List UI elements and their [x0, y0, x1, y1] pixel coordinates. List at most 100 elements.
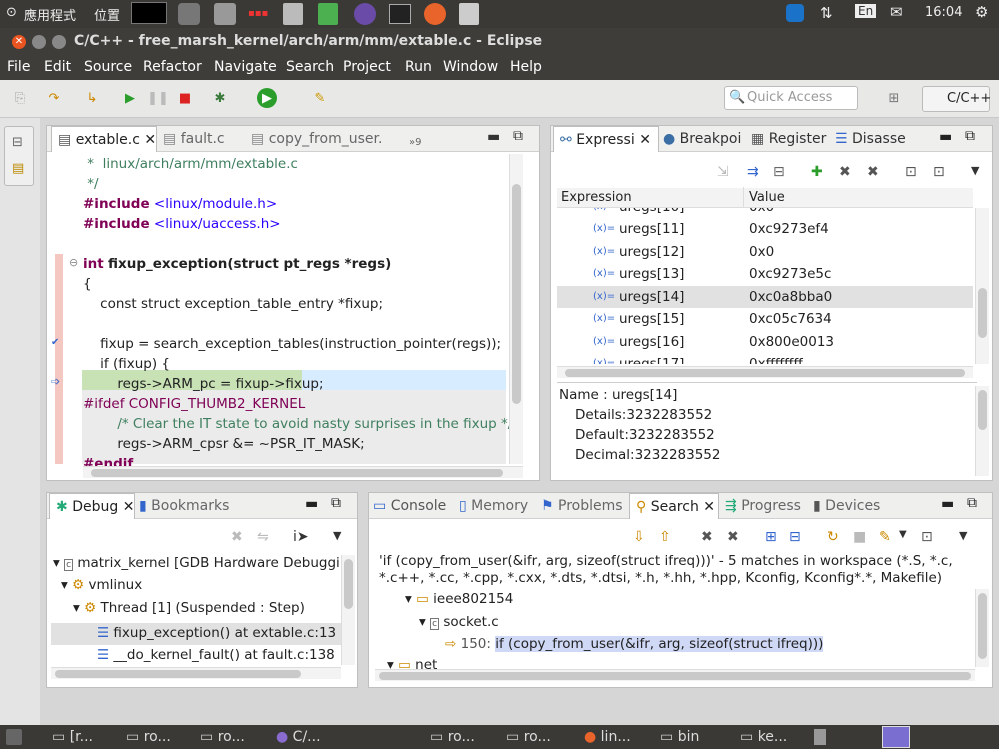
power-icon[interactable]: ⚙ [975, 3, 988, 21]
show-type-icon[interactable]: ⇉ [747, 164, 759, 180]
tab-devices[interactable]: ▮ Devices [813, 493, 880, 519]
tab-debug[interactable]: ✱ Debug ✕ [49, 493, 135, 519]
tree-item-folder[interactable]: ▾ ▭ ieee802154 [405, 591, 513, 607]
detail-scrollbar[interactable] [975, 386, 989, 476]
menu-project[interactable]: Project [343, 59, 391, 75]
view-menu-icon[interactable]: ▼ [333, 529, 341, 542]
network-icon[interactable]: ⇅ [820, 4, 833, 22]
minimize-icon[interactable]: ▬ [305, 496, 318, 512]
expand-all-icon[interactable]: ⊞ [765, 529, 777, 545]
maximize-icon[interactable]: ⧉ [965, 128, 975, 144]
remove-terminated-icon[interactable]: ✖ [231, 529, 243, 545]
step-filter-icon[interactable]: i➤ [293, 529, 309, 545]
more-tabs-count[interactable]: »9 [409, 130, 422, 156]
show-desktop-icon[interactable] [6, 729, 22, 745]
restore-icon[interactable]: ⊟ [12, 135, 23, 150]
table-row-selected[interactable]: (x)= uregs[14] 0xc0a8bba0 [557, 286, 973, 308]
stack-frame-do-kernel-fault[interactable]: ☰ __do_kernel_fault() at fault.c:138 [97, 647, 335, 663]
minimize-icon[interactable]: ▬ [941, 496, 954, 512]
tools-launcher-icon[interactable] [214, 3, 236, 25]
pin-search-icon[interactable]: ⊡ [921, 529, 933, 545]
search-scrollbar[interactable] [975, 589, 989, 667]
scroll-thumb[interactable] [978, 593, 987, 659]
run-search-again-icon[interactable]: ↻ [827, 529, 839, 545]
apps-icon[interactable]: ⊙ [6, 5, 17, 20]
previous-match-icon[interactable]: ⇧ [659, 529, 671, 545]
search-horizontal-scrollbar[interactable] [375, 669, 975, 681]
history-dropdown-icon[interactable]: ▼ [899, 529, 907, 540]
task-item[interactable]: ▭ ro... [430, 725, 475, 749]
table-row[interactable]: (x)= uregs[13] 0xc9273e5c [557, 263, 973, 285]
maximize-window-icon[interactable] [52, 35, 66, 49]
view-menu-icon[interactable]: ▼ [959, 529, 967, 542]
connect-icon[interactable]: ⎘ [10, 88, 30, 108]
collapse-all-icon[interactable]: ⊟ [773, 164, 785, 180]
remove-all-matches-icon[interactable]: ✖ [727, 529, 739, 545]
task-item[interactable]: ▭ ro... [126, 725, 171, 749]
tab-disassembly[interactable]: ☰ Disasse [835, 126, 906, 152]
calculator-launcher-icon[interactable] [283, 3, 303, 25]
terminate-icon[interactable]: ■ [175, 88, 195, 108]
stack-frame-fixup[interactable]: ☰ fixup_exception() at extable.c:13 [97, 625, 336, 641]
task-item[interactable]: ▭ ro... [506, 725, 551, 749]
run-icon[interactable]: ▶ [257, 88, 277, 108]
debug-horizontal-scrollbar[interactable] [51, 667, 341, 679]
tab-problems[interactable]: ⚑ Problems [541, 493, 623, 519]
scroll-thumb[interactable] [512, 184, 521, 404]
pin-icon[interactable]: ⊡ [933, 164, 945, 180]
search-history-icon[interactable]: ✎ [879, 529, 891, 545]
tab-fault[interactable]: ▤ fault.c [163, 126, 225, 152]
maximize-icon[interactable]: ⧉ [967, 495, 977, 511]
editor-launcher-icon[interactable] [318, 3, 338, 25]
teamviewer-icon[interactable] [786, 4, 804, 22]
tab-bookmarks[interactable]: ▮ Bookmarks [139, 493, 229, 519]
column-divider[interactable] [743, 187, 744, 207]
tab-expressions[interactable]: ⚯ Expressi ✕ [553, 126, 659, 152]
editor-horizontal-scrollbar[interactable] [83, 466, 523, 478]
minimize-icon[interactable]: ▬ [939, 129, 952, 145]
add-expression-icon[interactable]: ✚ [811, 164, 823, 180]
tree-item-net[interactable]: ▾ ▭ net [387, 657, 437, 669]
maximize-icon[interactable]: ⧉ [331, 495, 341, 511]
monitor-launcher-icon[interactable]: ▪▪▪ [248, 8, 270, 20]
fold-icon[interactable]: ⊖ [69, 256, 78, 269]
expand-arrow-icon[interactable]: ▾ [419, 614, 426, 630]
detail-pane[interactable]: Name : uregs[14] Details:3232283552 Defa… [557, 382, 977, 478]
expand-arrow-icon[interactable]: ▾ [387, 657, 394, 669]
task-item[interactable]: ▭ ro... [200, 725, 245, 749]
view-menu-icon[interactable]: ▼ [971, 164, 979, 177]
files-launcher-icon[interactable] [459, 3, 479, 25]
menu-file[interactable]: File [7, 59, 30, 75]
open-perspective-icon[interactable]: ⊞ [884, 88, 904, 108]
close-tab-icon[interactable]: ✕ [123, 499, 135, 515]
menu-edit[interactable]: Edit [44, 59, 71, 75]
close-tab-icon[interactable]: ✕ [144, 132, 156, 148]
menu-refactor[interactable]: Refactor [143, 59, 202, 75]
table-row[interactable]: (x)= uregs[17] 0xffffffff [557, 353, 973, 364]
search-match-line[interactable]: ⇨ 150: if (copy_from_user(&ifr, arg, siz… [445, 636, 824, 652]
scroll-thumb[interactable] [55, 670, 301, 678]
mail-icon[interactable]: ✉ [890, 3, 903, 21]
expand-arrow-icon[interactable]: ▾ [61, 577, 68, 593]
scroll-thumb[interactable] [978, 288, 987, 338]
cancel-search-icon[interactable]: ■ [853, 529, 866, 545]
task-item-firefox[interactable]: ● lin... [584, 725, 631, 749]
workspace-switcher[interactable] [882, 726, 910, 748]
tree-item-file[interactable]: ▾ c socket.c [419, 614, 499, 630]
close-window-icon[interactable]: ✕ [12, 35, 26, 49]
minimize-icon[interactable]: ▬ [487, 129, 500, 145]
tab-registers[interactable]: ▦ Register [751, 126, 826, 152]
debug-scrollbar[interactable] [341, 555, 355, 665]
expand-arrow-icon[interactable]: ▾ [53, 555, 60, 571]
minimize-window-icon[interactable] [32, 35, 46, 49]
expressions-vertical-scrollbar[interactable] [975, 208, 989, 364]
tab-memory[interactable]: ▯ Memory [459, 493, 528, 519]
table-row[interactable]: (x)= uregs[12] 0x0 [557, 241, 973, 263]
header-expression[interactable]: Expression [561, 190, 632, 205]
step-into-icon[interactable]: ↳ [82, 88, 102, 108]
scroll-thumb[interactable] [344, 559, 353, 609]
close-tab-icon[interactable]: ✕ [639, 132, 651, 148]
tab-search[interactable]: ⚲ Search ✕ [629, 493, 719, 519]
places-menu[interactable]: 位置 [94, 5, 120, 24]
menu-search[interactable]: Search [286, 59, 334, 75]
